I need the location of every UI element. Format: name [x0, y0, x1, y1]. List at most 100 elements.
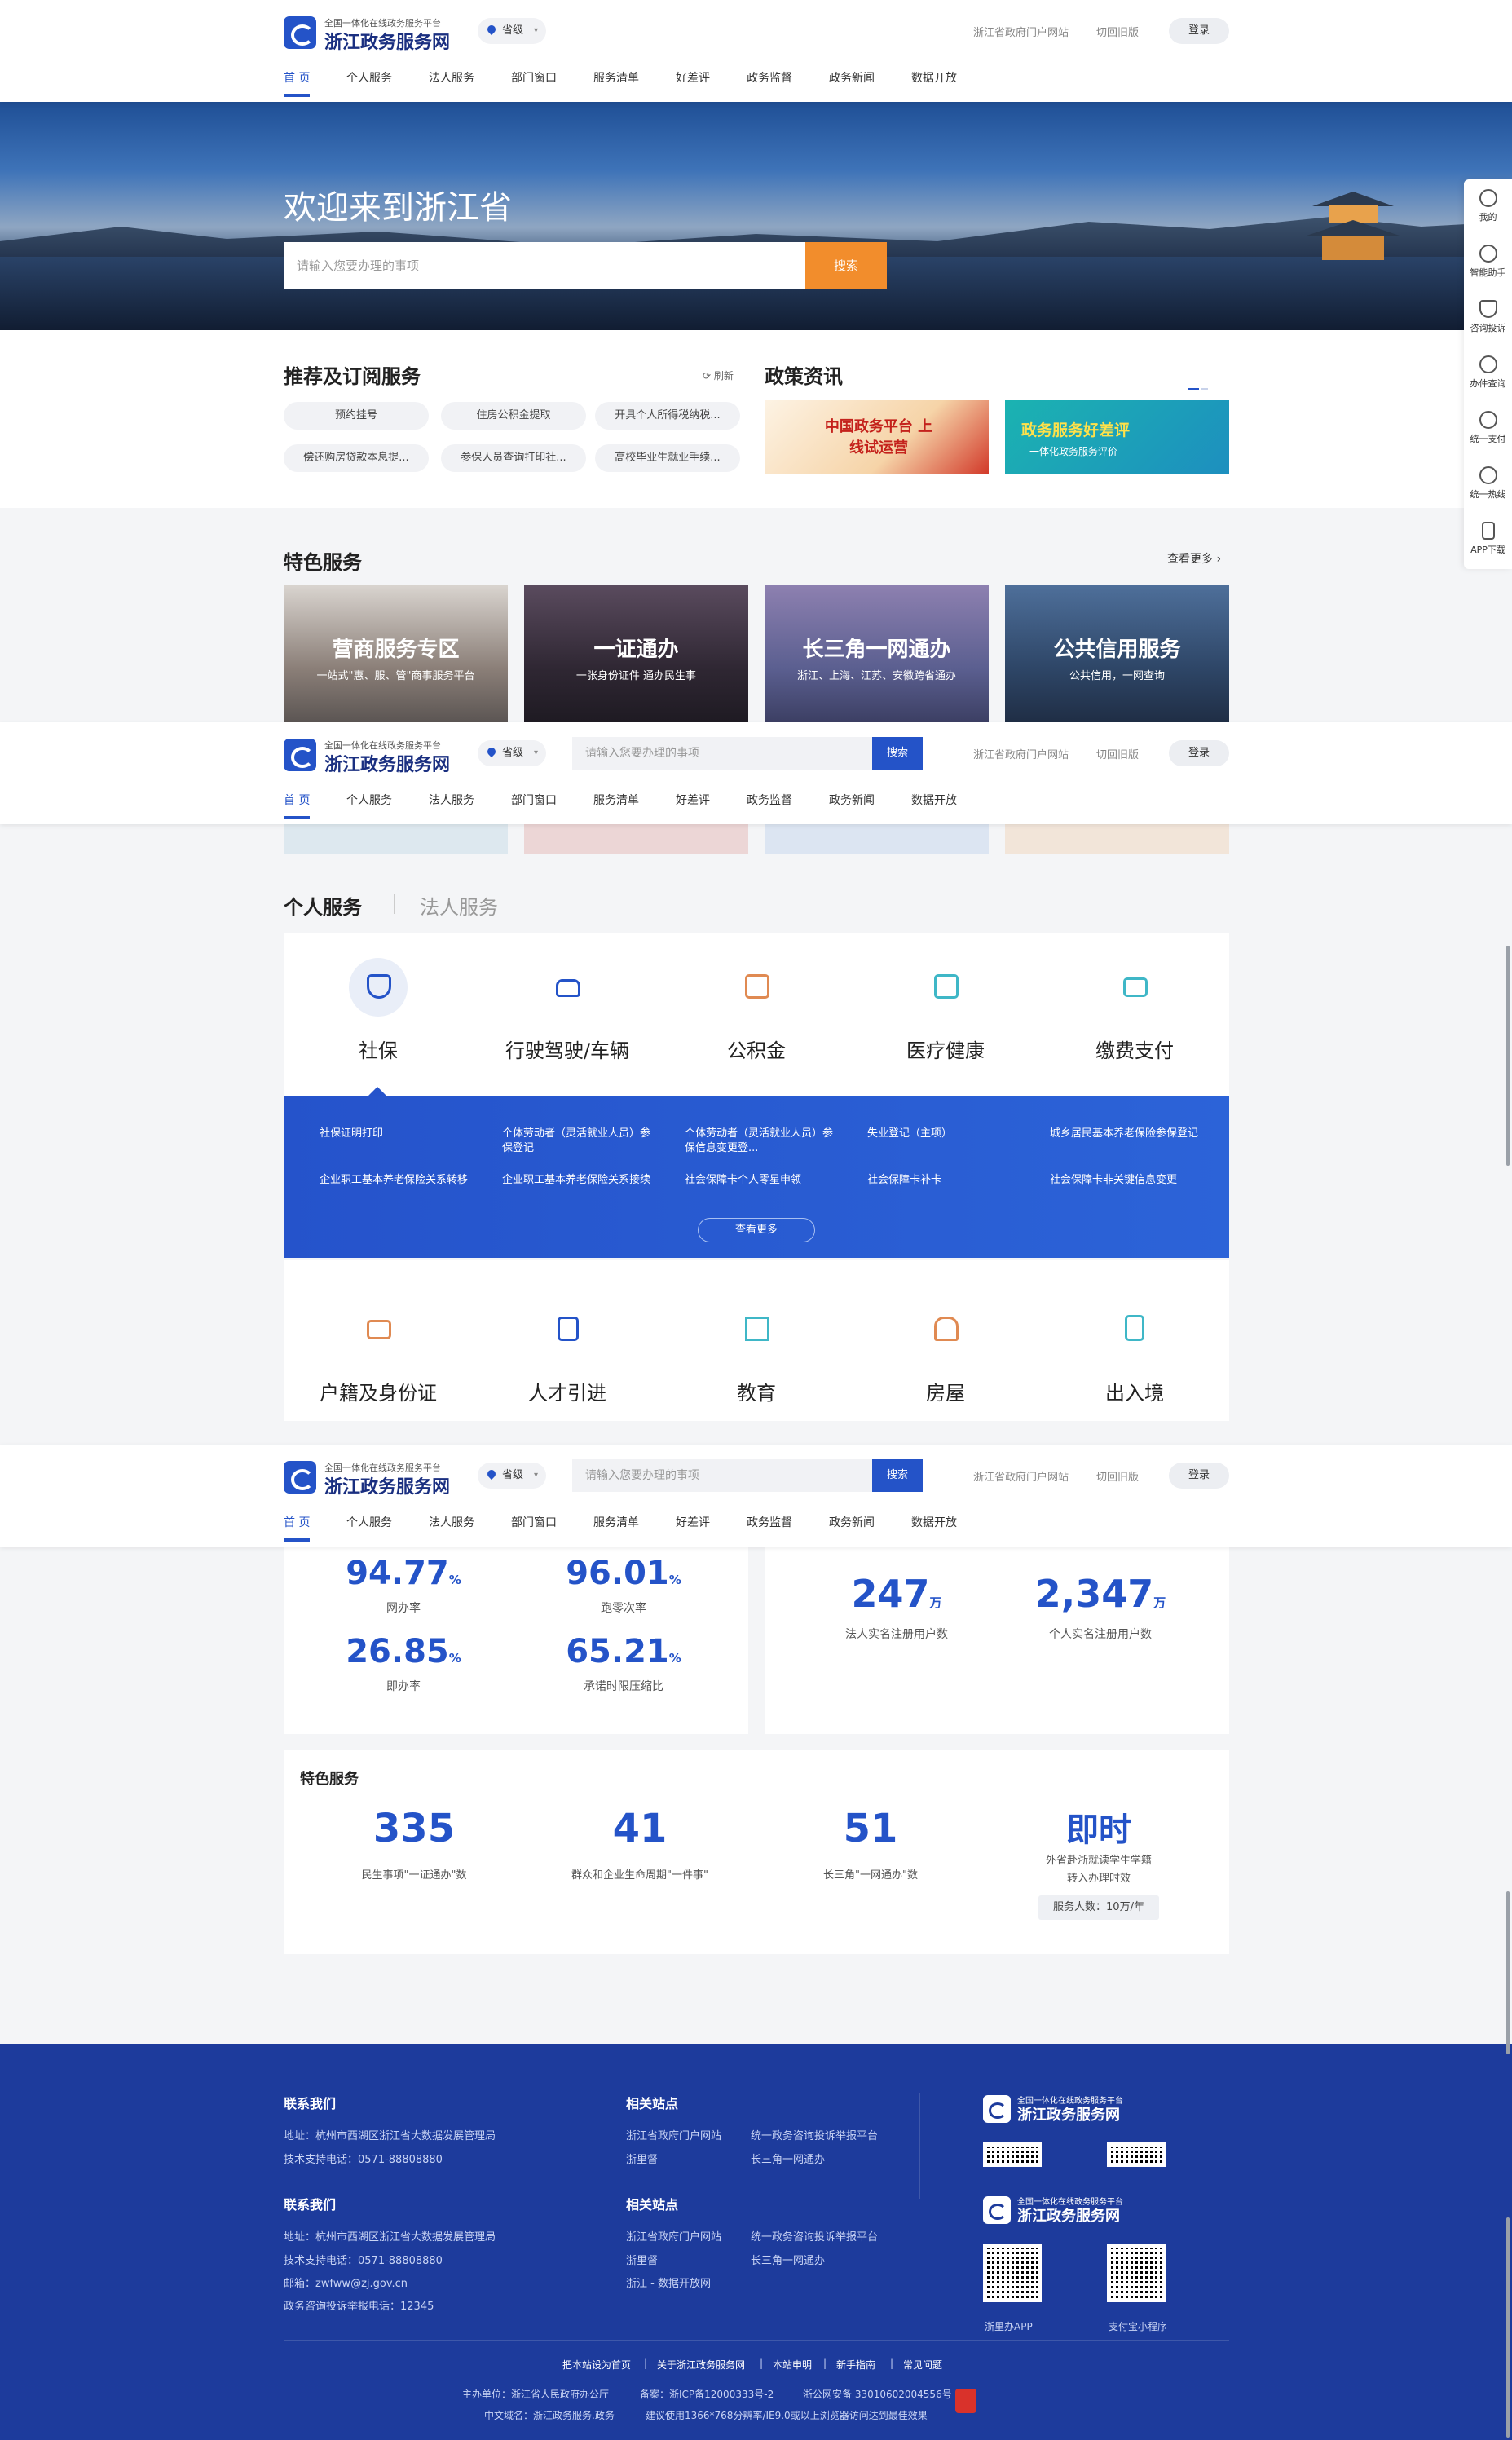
nav-legal[interactable]: 法人服务 — [429, 69, 474, 86]
tab-legal[interactable]: 法人服务 — [420, 891, 498, 920]
recommend-item[interactable]: 偿还购房贷款本息提... — [284, 444, 429, 472]
panel-item[interactable]: 社会保障卡个人零星申领 — [685, 1173, 840, 1188]
nav-department[interactable]: 部门窗口 — [511, 1514, 557, 1530]
footer-site-link[interactable]: 长三角一网通办 — [751, 2151, 825, 2166]
nav-service-list[interactable]: 服务清单 — [593, 792, 639, 808]
recommend-item[interactable]: 住房公积金提取 — [441, 402, 586, 430]
service-household[interactable]: 户籍及身份证 — [284, 1300, 473, 1405]
header-search-button[interactable]: 搜索 — [872, 737, 923, 770]
tab-personal[interactable]: 个人服务 — [284, 891, 362, 920]
login-button[interactable]: 登录 — [1169, 1463, 1229, 1489]
nav-department[interactable]: 部门窗口 — [511, 69, 557, 86]
policy-banner-launch[interactable]: 中国政务平台 上线试运营 — [765, 400, 989, 474]
nav-personal[interactable]: 个人服务 — [346, 69, 392, 86]
nav-open-data[interactable]: 数据开放 — [911, 792, 957, 808]
footer-site-link[interactable]: 浙江 - 数据开放网 — [626, 2275, 711, 2290]
nav-open-data[interactable]: 数据开放 — [911, 1514, 957, 1530]
service-vehicle[interactable]: 行驶驾驶/车辆 — [473, 958, 662, 1063]
nav-evaluation[interactable]: 好差评 — [676, 69, 710, 86]
carousel-dots[interactable] — [1188, 378, 1210, 394]
sidebar-payment[interactable]: 统一支付 — [1464, 401, 1512, 457]
nav-personal[interactable]: 个人服务 — [346, 792, 392, 808]
nav-news[interactable]: 政务新闻 — [829, 792, 875, 808]
footer-site-link[interactable]: 浙里督 — [626, 2151, 658, 2166]
footer-police-record[interactable]: 浙公网安备 33010602004556号 — [803, 2387, 952, 2401]
sidebar-hotline[interactable]: 统一热线 — [1464, 457, 1512, 512]
service-housing-fund[interactable]: 公积金 — [662, 958, 851, 1063]
scrollbar-thumb[interactable] — [1506, 946, 1510, 1166]
featured-card-yrd[interactable]: 长三角一网通办 浙江、上海、江苏、安徽跨省通办 — [765, 585, 989, 724]
scrollbar-thumb[interactable] — [1506, 2217, 1510, 2438]
nav-home[interactable]: 首 页 — [284, 1514, 311, 1542]
recommend-item[interactable]: 参保人员查询打印社... — [441, 444, 586, 472]
header-search-input[interactable]: 请输入您要办理的事项 — [572, 737, 872, 770]
panel-more-button[interactable]: 查看更多 — [698, 1218, 815, 1242]
recommend-item[interactable]: 预约挂号 — [284, 402, 429, 430]
login-button[interactable]: 登录 — [1169, 740, 1229, 766]
nav-personal[interactable]: 个人服务 — [346, 1514, 392, 1530]
nav-evaluation[interactable]: 好差评 — [676, 1514, 710, 1530]
gov-emblem-icon[interactable] — [955, 2389, 976, 2413]
panel-item[interactable]: 企业职工基本养老保险关系接续 — [502, 1173, 657, 1188]
header-search-button[interactable]: 搜索 — [872, 1459, 923, 1492]
old-version-link[interactable]: 切回旧版 — [1096, 1468, 1139, 1484]
nav-legal[interactable]: 法人服务 — [429, 792, 474, 808]
footer-bottom-link[interactable]: 本站申明 — [773, 2358, 812, 2372]
featured-card-credit[interactable]: 公共信用服务 公共信用，一网查询 — [1005, 585, 1229, 724]
service-house[interactable]: 房屋 — [851, 1300, 1040, 1405]
nav-news[interactable]: 政务新闻 — [829, 69, 875, 86]
region-selector[interactable]: 省级 — [478, 18, 546, 44]
footer-bottom-link[interactable]: 常见问题 — [903, 2358, 942, 2372]
portal-link[interactable]: 浙江省政府门户网站 — [973, 746, 1069, 761]
old-version-link[interactable]: 切回旧版 — [1096, 24, 1139, 39]
service-social-security[interactable]: 社保 — [284, 958, 473, 1063]
panel-item[interactable]: 社会保障卡非关键信息变更 — [1050, 1173, 1205, 1188]
footer-email[interactable]: 邮箱：zwfww@zj.gov.cn — [284, 2275, 408, 2290]
nav-home[interactable]: 首 页 — [284, 792, 311, 819]
portal-link[interactable]: 浙江省政府门户网站 — [973, 1468, 1069, 1484]
service-medical[interactable]: 医疗健康 — [851, 958, 1040, 1063]
header-search-input[interactable]: 请输入您要办理的事项 — [572, 1459, 872, 1492]
nav-supervision[interactable]: 政务监督 — [747, 1514, 792, 1530]
service-exit-entry[interactable]: 出入境 — [1040, 1300, 1229, 1405]
nav-evaluation[interactable]: 好差评 — [676, 792, 710, 808]
sidebar-case-query[interactable]: 办件查询 — [1464, 346, 1512, 401]
banner-search-input[interactable]: 请输入您要办理的事项 — [284, 242, 805, 289]
panel-item[interactable]: 个体劳动者（灵活就业人员）参保信息变更登... — [685, 1127, 840, 1156]
old-version-link[interactable]: 切回旧版 — [1096, 746, 1139, 761]
panel-item[interactable]: 失业登记（主项） — [867, 1127, 1022, 1141]
featured-more-link[interactable]: 查看更多 › — [1167, 550, 1221, 567]
region-selector[interactable]: 省级 — [478, 740, 546, 766]
nav-supervision[interactable]: 政务监督 — [747, 792, 792, 808]
panel-item[interactable]: 企业职工基本养老保险关系转移 — [320, 1173, 474, 1188]
footer-site-link[interactable]: 统一政务咨询投诉举报平台 — [751, 2127, 878, 2142]
sidebar-complaint[interactable]: 咨询投诉 — [1464, 290, 1512, 346]
portal-link[interactable]: 浙江省政府门户网站 — [973, 24, 1069, 39]
nav-home[interactable]: 首 页 — [284, 69, 311, 97]
panel-item[interactable]: 社保证明打印 — [320, 1127, 474, 1141]
footer-site-link[interactable]: 统一政务咨询投诉举报平台 — [751, 2228, 878, 2244]
footer-icp[interactable]: 备案：浙ICP备12000333号-2 — [640, 2387, 774, 2401]
login-button[interactable]: 登录 — [1169, 18, 1229, 44]
panel-item[interactable]: 城乡居民基本养老保险参保登记 — [1050, 1127, 1205, 1141]
service-education[interactable]: 教育 — [662, 1300, 851, 1405]
nav-legal[interactable]: 法人服务 — [429, 1514, 474, 1530]
footer-bottom-link[interactable]: 关于浙江政务服务网 — [657, 2358, 745, 2372]
recommend-item[interactable]: 开具个人所得税纳税... — [595, 402, 740, 430]
region-selector[interactable]: 省级 — [478, 1463, 546, 1489]
nav-service-list[interactable]: 服务清单 — [593, 1514, 639, 1530]
footer-site-link[interactable]: 浙里督 — [626, 2252, 658, 2267]
nav-open-data[interactable]: 数据开放 — [911, 69, 957, 86]
service-payment[interactable]: 缴费支付 — [1040, 958, 1229, 1063]
service-talent[interactable]: 人才引进 — [473, 1300, 662, 1405]
recommend-item[interactable]: 高校毕业生就业手续... — [595, 444, 740, 472]
footer-site-link[interactable]: 长三角一网通办 — [751, 2252, 825, 2267]
nav-department[interactable]: 部门窗口 — [511, 792, 557, 808]
nav-news[interactable]: 政务新闻 — [829, 1514, 875, 1530]
policy-banner-evaluation[interactable]: 政务服务好差评 一体化政务服务评价 — [1005, 400, 1229, 474]
footer-site-link[interactable]: 浙江省政府门户网站 — [626, 2127, 721, 2142]
footer-bottom-link[interactable]: 把本站设为首页 — [562, 2358, 631, 2372]
footer-site-link[interactable]: 浙江省政府门户网站 — [626, 2228, 721, 2244]
refresh-button[interactable]: ⟳ 刷新 — [703, 368, 734, 382]
sidebar-assistant[interactable]: 智能助手 — [1464, 235, 1512, 290]
